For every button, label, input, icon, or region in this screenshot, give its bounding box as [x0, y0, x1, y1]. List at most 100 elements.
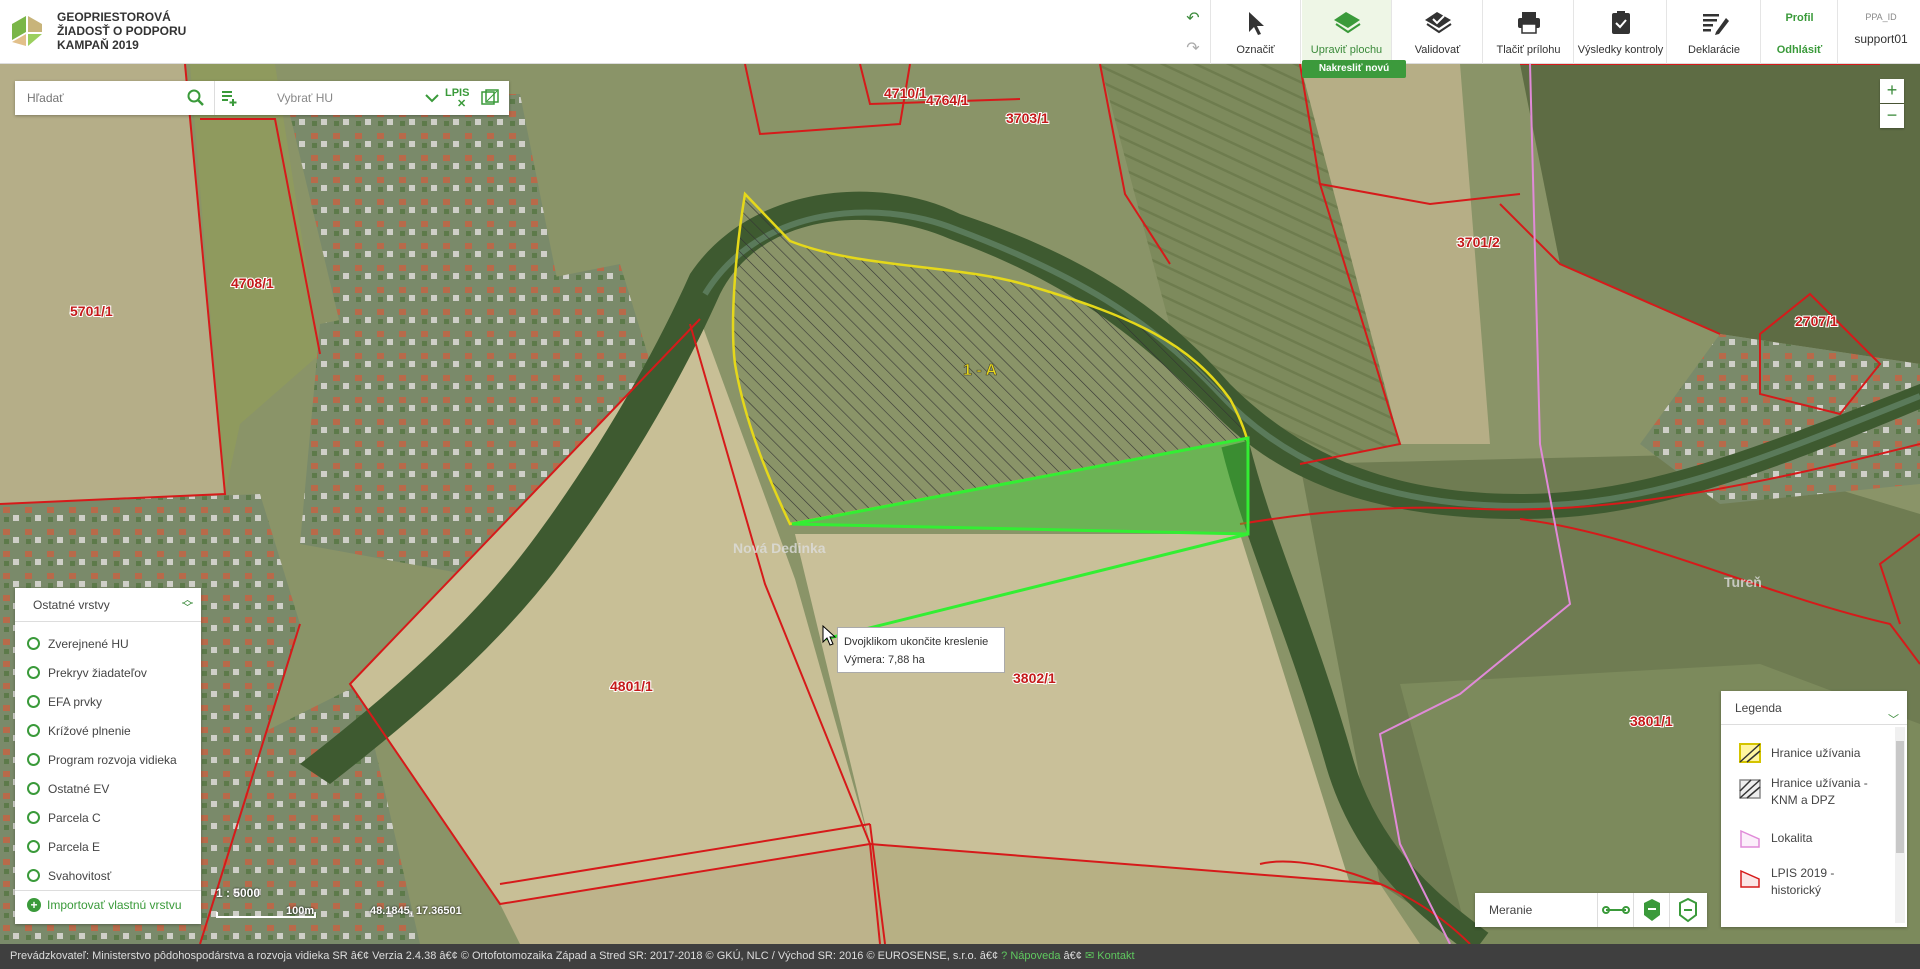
search-input[interactable]	[15, 81, 215, 115]
import-layer-label: Importovať vlastnú vrstvu	[47, 898, 182, 912]
profile-link[interactable]: Profil	[1762, 12, 1837, 24]
layer-item-efa[interactable]: EFA prvky	[27, 692, 102, 712]
layer-label: Program rozvoja vidieka	[48, 753, 177, 767]
contact-link[interactable]: ✉ Kontakt	[1085, 950, 1135, 962]
chevron-down-icon[interactable]	[423, 89, 441, 107]
legend-title: Legenda	[1735, 701, 1782, 715]
app-title-line1: GEOPRIESTOROVÁ	[57, 10, 171, 24]
parcel-label-5701-1: 5701/1	[70, 303, 113, 319]
cursor-coordinates: 48.1845, 17.36501	[370, 905, 462, 917]
app-logo-icon	[12, 16, 42, 46]
parcel-label-3802-1: 3802/1	[1013, 670, 1056, 686]
legend-panel: Legenda ﹀ Hranice užívania Hranice užíva…	[1721, 691, 1907, 927]
radio-icon	[27, 753, 40, 766]
tool-results-label: Výsledky kontroly	[1577, 44, 1664, 56]
tool-results-button[interactable]: Výsledky kontroly	[1575, 0, 1667, 64]
layer-label: EFA prvky	[48, 695, 103, 709]
zoom-in-button[interactable]: +	[1880, 79, 1904, 103]
layer-item-program-rozvoja[interactable]: Program rozvoja vidieka	[27, 750, 177, 770]
tool-print-button[interactable]: Tlačiť prílohu	[1484, 0, 1574, 64]
measure-distance-button[interactable]	[1597, 893, 1633, 927]
tool-validate-label: Validovať	[1414, 44, 1461, 56]
layer-item-ostatne-ev[interactable]: Ostatné EV	[27, 779, 109, 799]
parcel-label-3801-1: 3801/1	[1630, 713, 1673, 729]
radio-icon	[27, 637, 40, 650]
validate-icon	[1425, 12, 1452, 34]
tool-declarations-button[interactable]: Deklarácie	[1668, 0, 1761, 64]
tool-edit-area-label: Upraviť plochu	[1310, 44, 1383, 56]
radio-icon	[27, 724, 40, 737]
tooltip-hint: Dvojklikom ukončite kreslenie	[844, 636, 989, 648]
mail-icon: ✉	[1084, 950, 1095, 962]
close-icon: ✕	[457, 98, 467, 110]
layer-item-parcela-e[interactable]: Parcela E	[27, 837, 100, 857]
radio-icon	[27, 782, 40, 795]
legend-scrollbar-thumb[interactable]	[1896, 741, 1904, 853]
legend-lpis-swatch	[1740, 869, 1760, 888]
parcel-label-3701-2: 3701/2	[1457, 234, 1500, 250]
other-layers-panel: Ostatné vrstvy ︿ ﹀ Zverejnené HU Prekryv …	[15, 588, 201, 924]
measure-clear-button[interactable]	[1669, 893, 1705, 927]
other-layers-header[interactable]: Ostatné vrstvy ︿ ﹀	[15, 588, 201, 622]
scale-bar-label: 100m	[286, 905, 315, 917]
layer-item-prekryv[interactable]: Prekryv žiadateľov	[27, 663, 147, 683]
undo-icon[interactable]: ↶	[1175, 8, 1211, 28]
user-info: PPA_ID support01	[1842, 0, 1920, 64]
radio-icon	[27, 869, 40, 882]
map-scale: 1 : 5000	[216, 886, 261, 900]
layer-label: Svahovitosť	[48, 869, 112, 883]
layer-item-krizove-plnenie[interactable]: Krížové plnenie	[27, 721, 131, 741]
edit-area-icon	[1334, 12, 1361, 34]
tool-print-label: Tlačiť prílohu	[1496, 44, 1561, 56]
radio-icon	[27, 811, 40, 824]
username: support01	[1854, 32, 1908, 46]
radio-icon	[27, 666, 40, 679]
legend-usage-border-swatch	[1739, 743, 1761, 763]
contact-link-label: Kontakt	[1097, 950, 1135, 962]
layer-item-zverejnene-hu[interactable]: Zverejnené HU	[27, 634, 129, 654]
draw-new-badge[interactable]: Nakresliť novú	[1302, 60, 1406, 78]
logout-link[interactable]: Odhlásiť	[1762, 44, 1837, 56]
radio-icon	[27, 695, 40, 708]
legend-scrollbar[interactable]	[1895, 727, 1905, 923]
add-filter-icon[interactable]	[221, 89, 239, 107]
tool-select-label: Označiť	[1236, 44, 1275, 56]
tool-edit-area-button[interactable]: Upraviť plochu	[1302, 0, 1392, 64]
layer-hatch-icon[interactable]	[481, 89, 499, 107]
redo-icon[interactable]: ↷	[1175, 38, 1211, 58]
other-layers-title: Ostatné vrstvy	[33, 598, 110, 612]
clipboard-check-icon	[1612, 11, 1630, 34]
help-link[interactable]: ? Nápoveda	[1001, 950, 1060, 962]
measure-polygon-icon	[1679, 897, 1697, 923]
measure-label: Meranie	[1489, 903, 1533, 917]
footer-text: Prevádzkovateľ: Ministerstvo pôdohospodá…	[10, 950, 1002, 962]
measure-area-button[interactable]	[1633, 893, 1669, 927]
footer: Prevádzkovateľ: Ministerstvo pôdohospodá…	[0, 944, 1920, 969]
parcel-label-4708-1: 4708/1	[231, 275, 274, 291]
layer-item-parcela-c[interactable]: Parcela C	[27, 808, 101, 828]
help-link-label: Nápoveda	[1010, 950, 1061, 962]
parcel-label-4764-1: 4764/1	[926, 92, 969, 108]
zoom-out-button[interactable]: −	[1880, 104, 1904, 128]
import-layer-button[interactable]: + Importovať vlastnú vrstvu	[27, 898, 182, 912]
tooltip-area: Výmera: 7,88 ha	[844, 654, 925, 666]
hu-select[interactable]: Vybrať HU	[267, 81, 447, 115]
app-title: GEOPRIESTOROVÁ ŽIADOSŤ O PODPORU KAMPAŇ …	[57, 10, 186, 52]
search-toolbar: Vybrať HU LPIS✕	[15, 81, 509, 115]
field-label[interactable]: 1 - A	[963, 362, 998, 380]
search-icon[interactable]	[187, 89, 205, 107]
app-title-line3: KAMPAŇ 2019	[57, 38, 139, 52]
legend-locality-swatch	[1740, 829, 1760, 848]
map-canvas[interactable]: 4710/1 4764/1 3703/1 3701/2 2707/1 5701/…	[0, 64, 1920, 944]
orthophoto-map[interactable]: 4710/1 4764/1 3703/1 3701/2 2707/1 5701/…	[0, 64, 1920, 944]
tool-select-button[interactable]: Označiť	[1211, 0, 1301, 64]
legend-header[interactable]: Legenda ﹀	[1721, 691, 1907, 726]
layer-item-svahovitost[interactable]: Svahovitosť	[27, 866, 111, 886]
radio-icon	[27, 840, 40, 853]
collapse-icon[interactable]: ︿ ﹀	[182, 595, 193, 614]
layer-label: Prekryv žiadateľov	[48, 666, 147, 680]
undo-redo-group: ↶ ↷	[1175, 0, 1211, 64]
tool-validate-button[interactable]: Validovať	[1393, 0, 1483, 64]
divider	[15, 890, 201, 891]
lpis-toggle[interactable]: LPIS ✕	[445, 87, 469, 110]
